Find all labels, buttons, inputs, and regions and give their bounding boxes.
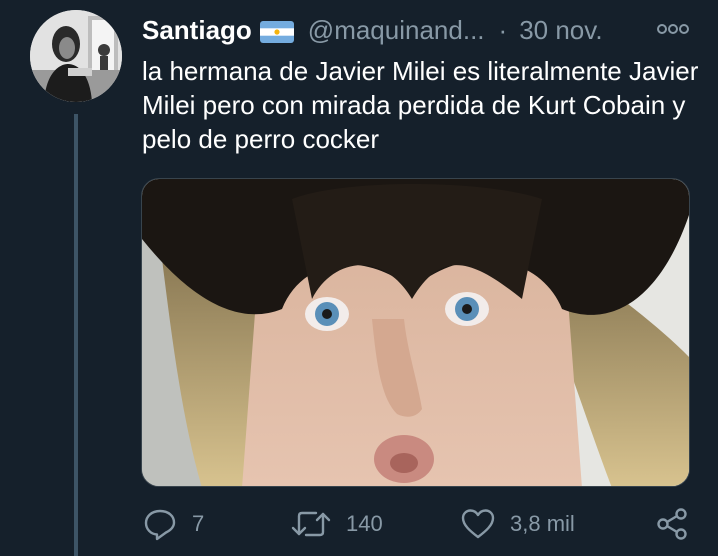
tweet-photo[interactable] <box>141 178 690 487</box>
heart-icon <box>461 509 495 539</box>
photo-image <box>142 179 689 486</box>
share-button[interactable] <box>654 506 690 542</box>
retweet-button[interactable]: 140 <box>290 506 383 542</box>
tweet[interactable]: Santiago @maquinand... · 30 nov. la herm… <box>0 0 718 556</box>
more-options-icon[interactable] <box>656 22 690 36</box>
author-handle[interactable]: @maquinand... <box>308 15 485 46</box>
tweet-date[interactable]: 30 nov. <box>519 15 602 46</box>
retweet-count: 140 <box>346 511 383 536</box>
argentina-flag-icon <box>259 19 294 43</box>
share-icon <box>657 508 687 540</box>
tweet-actions: 7 140 3,8 mil <box>142 506 702 542</box>
tweet-header: Santiago @maquinand... · 30 nov. <box>142 12 603 48</box>
like-button[interactable]: 3,8 mil <box>460 506 575 542</box>
retweet-icon <box>291 511 331 537</box>
reply-icon <box>144 509 176 541</box>
avatar-photo <box>30 10 122 102</box>
reply-count: 7 <box>192 511 205 536</box>
author-name[interactable]: Santiago <box>142 15 252 46</box>
like-count: 3,8 mil <box>510 511 575 536</box>
tweet-text: la hermana de Javier Milei es literalmen… <box>142 56 699 154</box>
reply-button[interactable]: 7 <box>142 506 204 542</box>
thread-line <box>74 114 78 556</box>
header-separator: · <box>498 14 508 45</box>
avatar[interactable] <box>30 10 122 102</box>
